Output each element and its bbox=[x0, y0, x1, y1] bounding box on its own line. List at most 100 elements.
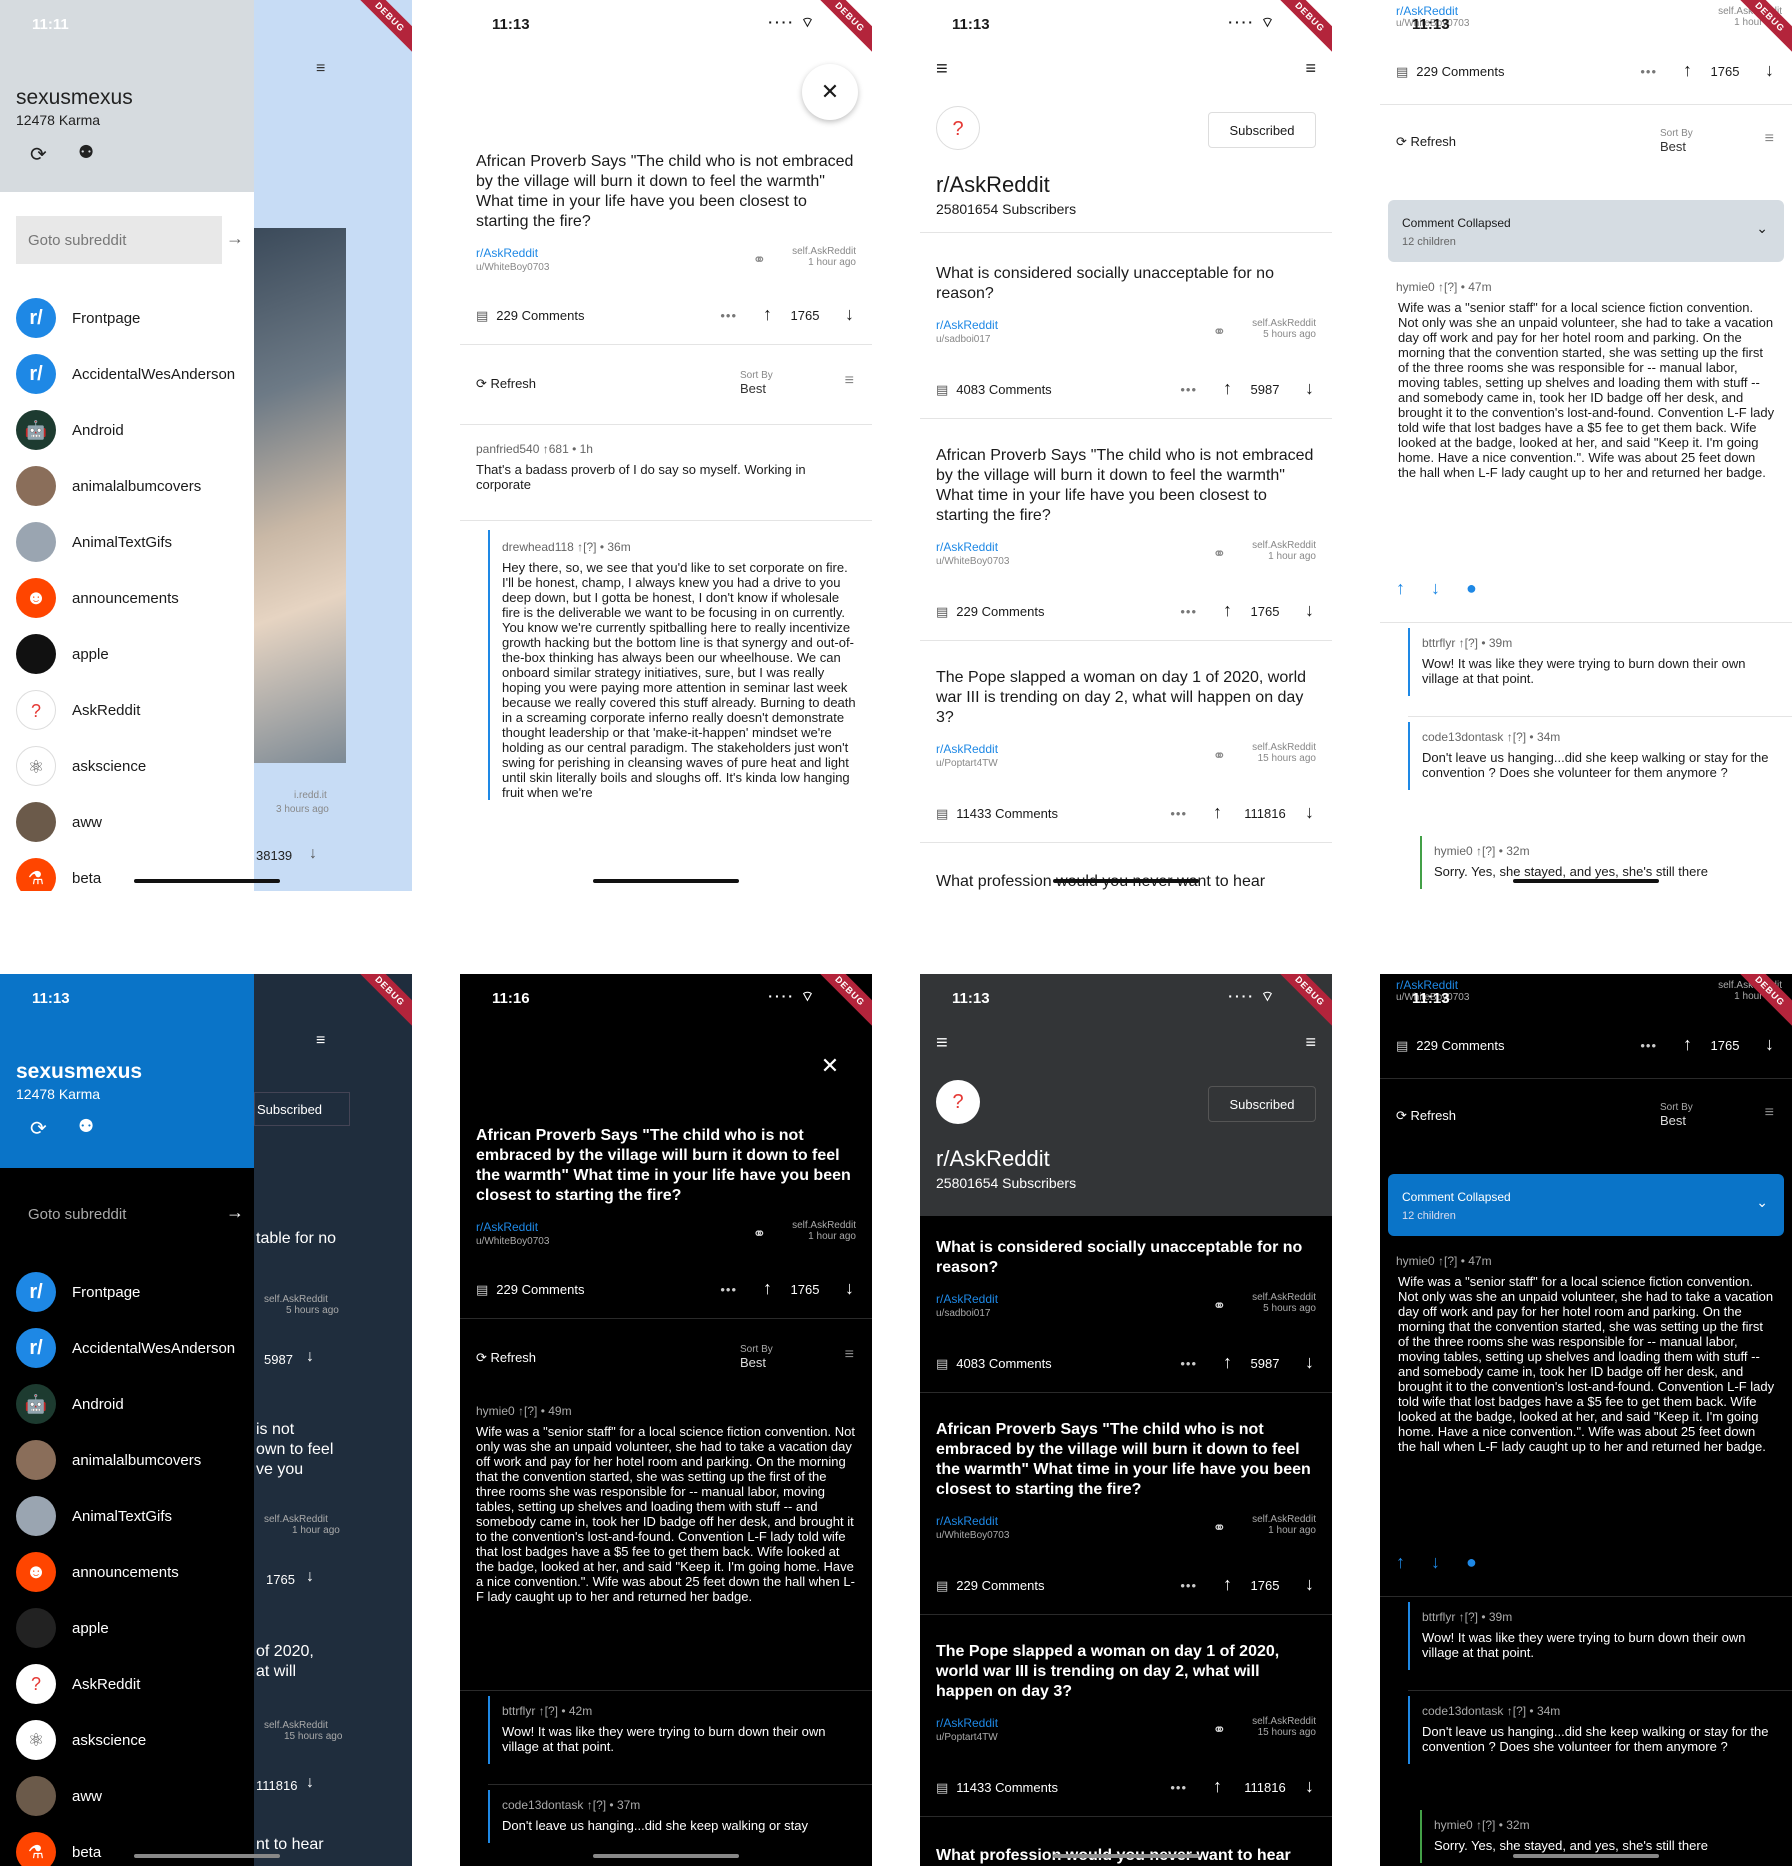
link-icon[interactable]: ⚭ bbox=[1213, 322, 1226, 342]
sub-item[interactable]: r/AccidentalWesAnderson bbox=[0, 348, 254, 404]
goto-subreddit-field[interactable]: Goto subreddit bbox=[16, 216, 222, 264]
chevron-down-icon[interactable]: ⌄ bbox=[1756, 220, 1768, 237]
feed-item[interactable]: African Proverb Says "The child who is n… bbox=[920, 1420, 1332, 1554]
feed-item[interactable]: What is considered socially unacceptable… bbox=[920, 264, 1332, 358]
downvote-icon[interactable]: ↓ bbox=[1431, 1552, 1440, 1572]
link-icon[interactable]: ⚭ bbox=[1213, 1296, 1226, 1316]
sub-item[interactable]: ☻ announcements bbox=[0, 572, 254, 628]
sub-item[interactable]: 🤖 Android bbox=[0, 1378, 254, 1434]
upvote-icon[interactable]: ↑ bbox=[1396, 578, 1405, 598]
upvote-icon[interactable]: ↑ bbox=[763, 304, 772, 325]
downvote-icon[interactable]: ↓ bbox=[845, 1278, 854, 1299]
refresh-button[interactable]: ⟳ Refresh bbox=[476, 376, 536, 392]
sub-item[interactable]: AnimalTextGifs bbox=[0, 1490, 254, 1546]
sort-icon[interactable]: ≡ bbox=[845, 1346, 854, 1364]
link-icon[interactable]: ⚭ bbox=[1213, 1518, 1226, 1538]
more-icon[interactable]: ••• bbox=[1170, 1780, 1187, 1795]
sort-by[interactable]: Sort By Best bbox=[740, 1344, 773, 1370]
menu-icon[interactable]: ≡ bbox=[936, 1032, 948, 1055]
more-icon[interactable]: ••• bbox=[1170, 806, 1187, 821]
collapsed-comment[interactable]: Comment Collapsed 12 children ⌄ bbox=[1388, 200, 1784, 262]
chevron-down-icon[interactable]: ⌄ bbox=[1756, 1194, 1768, 1211]
menu-icon[interactable]: ≡ bbox=[936, 58, 948, 81]
downvote-icon[interactable]: ↓ bbox=[1305, 802, 1314, 823]
sub-item[interactable]: animalalbumcovers bbox=[0, 460, 254, 516]
downvote-icon[interactable]: ↓ bbox=[1765, 60, 1774, 81]
downvote-icon[interactable]: ↓ bbox=[1305, 1352, 1314, 1373]
comments-count[interactable]: ▤ 229 Comments bbox=[936, 604, 1044, 620]
link-icon[interactable]: ⚭ bbox=[753, 1224, 766, 1244]
sub-item[interactable]: AnimalTextGifs bbox=[0, 516, 254, 572]
user-icon[interactable]: ● bbox=[1466, 1552, 1477, 1572]
sub-item[interactable]: 🤖 Android bbox=[0, 404, 254, 460]
sub-item[interactable]: r/Frontpage bbox=[0, 1266, 254, 1322]
link-icon[interactable]: ⚭ bbox=[753, 250, 766, 270]
sub-item[interactable]: apple bbox=[0, 628, 254, 684]
collapsed-comment[interactable]: Comment Collapsed 12 children ⌄ bbox=[1388, 1174, 1784, 1236]
sub-item[interactable]: r/Frontpage bbox=[0, 292, 254, 348]
refresh-icon[interactable]: ⟳ bbox=[30, 1116, 47, 1141]
more-icon[interactable]: ••• bbox=[1180, 1356, 1197, 1371]
upvote-icon[interactable]: ↑ bbox=[1223, 1574, 1232, 1595]
downvote-icon[interactable]: ↓ bbox=[1305, 600, 1314, 621]
downvote-icon[interactable]: ↓ bbox=[1305, 1776, 1314, 1797]
comments-count[interactable]: ▤ 229 Comments bbox=[1396, 1038, 1504, 1054]
feed-item[interactable]: African Proverb Says "The child who is n… bbox=[920, 446, 1332, 580]
sub-item[interactable]: aww bbox=[0, 796, 254, 852]
comments-count[interactable]: ▤ 4083 Comments bbox=[936, 1356, 1052, 1372]
incognito-icon[interactable]: ⚉ bbox=[78, 1116, 94, 1137]
sub-item[interactable]: ☻ announcements bbox=[0, 1546, 254, 1602]
comments-count[interactable]: ▤ 229 Comments bbox=[476, 308, 584, 324]
subscribed-button[interactable]: Subscribed bbox=[1208, 1086, 1316, 1122]
link-icon[interactable]: ⚭ bbox=[1213, 1720, 1226, 1740]
downvote-icon[interactable]: ↓ bbox=[1305, 1574, 1314, 1595]
sort-icon[interactable]: ≡ bbox=[1765, 1104, 1774, 1122]
close-button[interactable]: ✕ bbox=[802, 64, 858, 120]
go-arrow-icon[interactable]: → bbox=[226, 228, 244, 249]
refresh-button[interactable]: ⟳ Refresh bbox=[1396, 1108, 1456, 1124]
user-icon[interactable]: ● bbox=[1466, 578, 1477, 598]
comments-count[interactable]: ▤ 11433 Comments bbox=[936, 806, 1058, 822]
sort-icon[interactable]: ≡ bbox=[316, 1032, 325, 1050]
sort-icon[interactable]: ≡ bbox=[1765, 130, 1774, 148]
more-icon[interactable]: ••• bbox=[720, 1282, 737, 1297]
feed-item[interactable]: What is considered socially unacceptable… bbox=[920, 1238, 1332, 1332]
upvote-icon[interactable]: ↑ bbox=[1683, 1034, 1692, 1055]
upvote-icon[interactable]: ↑ bbox=[1223, 600, 1232, 621]
sort-by[interactable]: Sort By Best bbox=[1660, 128, 1693, 154]
sub-item[interactable]: apple bbox=[0, 1602, 254, 1658]
incognito-icon[interactable]: ⚉ bbox=[78, 142, 94, 163]
sort-by[interactable]: Sort By Best bbox=[740, 370, 773, 396]
comments-count[interactable]: ▤ 11433 Comments bbox=[936, 1780, 1058, 1796]
sub-item[interactable]: ? AskReddit bbox=[0, 684, 254, 740]
refresh-button[interactable]: ⟳ Refresh bbox=[1396, 134, 1456, 150]
upvote-icon[interactable]: ↑ bbox=[763, 1278, 772, 1299]
go-arrow-icon[interactable]: → bbox=[226, 1202, 244, 1223]
downvote-icon[interactable]: ↓ bbox=[309, 845, 317, 863]
feed-item[interactable]: The Pope slapped a woman on day 1 of 202… bbox=[920, 1642, 1332, 1756]
goto-subreddit-field[interactable]: Goto subreddit bbox=[16, 1190, 222, 1238]
downvote-icon[interactable]: ↓ bbox=[845, 304, 854, 325]
downvote-icon[interactable]: ↓ bbox=[306, 1774, 314, 1792]
more-icon[interactable]: ••• bbox=[1640, 64, 1657, 79]
sub-item[interactable]: ⚗ beta bbox=[0, 1826, 254, 1866]
upvote-icon[interactable]: ↑ bbox=[1223, 1352, 1232, 1373]
sub-item[interactable]: ⚛ askscience bbox=[0, 1714, 254, 1770]
link-icon[interactable]: ⚭ bbox=[1213, 544, 1226, 564]
upvote-icon[interactable]: ↑ bbox=[1213, 1776, 1222, 1797]
comments-count[interactable]: ▤ 229 Comments bbox=[936, 1578, 1044, 1594]
feed-item[interactable]: The Pope slapped a woman on day 1 of 202… bbox=[920, 668, 1332, 782]
sort-icon[interactable]: ≡ bbox=[845, 372, 854, 390]
sort-icon[interactable]: ≡ bbox=[1305, 58, 1316, 79]
sub-item[interactable]: ? AskReddit bbox=[0, 1658, 254, 1714]
upvote-icon[interactable]: ↑ bbox=[1683, 60, 1692, 81]
sort-icon[interactable]: ≡ bbox=[1305, 1032, 1316, 1053]
subscribed-button[interactable]: Subscribed bbox=[1208, 112, 1316, 148]
sort-by[interactable]: Sort By Best bbox=[1660, 1102, 1693, 1128]
sub-item[interactable]: ⚗ beta bbox=[0, 852, 254, 891]
downvote-icon[interactable]: ↓ bbox=[1431, 578, 1440, 598]
more-icon[interactable]: ••• bbox=[1180, 604, 1197, 619]
more-icon[interactable]: ••• bbox=[1180, 382, 1197, 397]
refresh-button[interactable]: ⟳ Refresh bbox=[476, 1350, 536, 1366]
comments-count[interactable]: ▤ 229 Comments bbox=[476, 1282, 584, 1298]
